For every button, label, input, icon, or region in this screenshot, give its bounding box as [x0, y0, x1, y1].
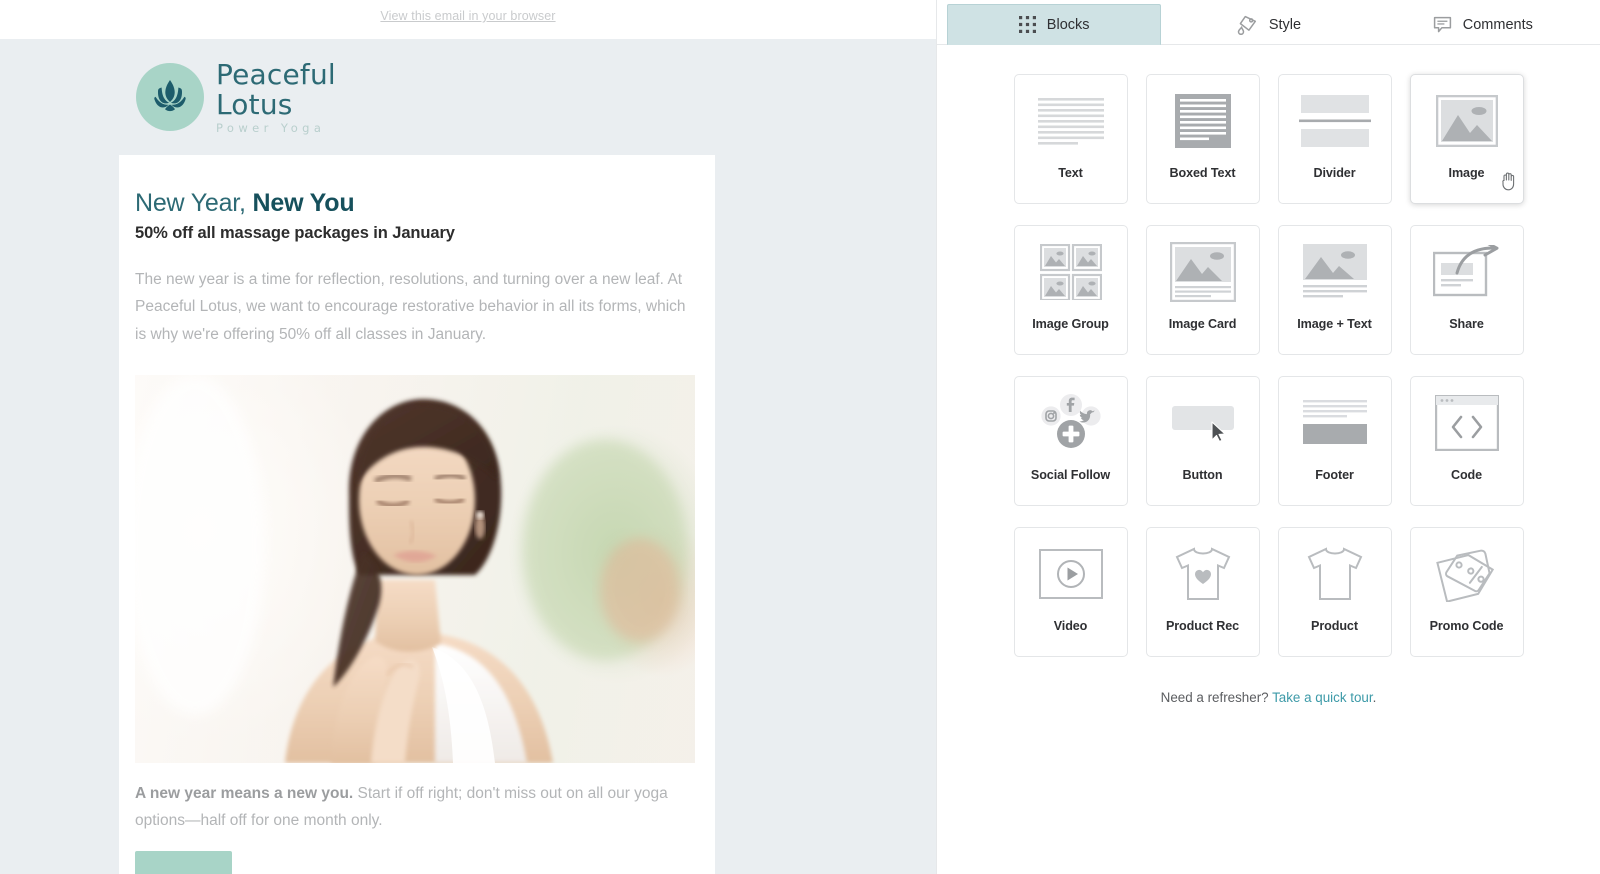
block-label: Footer — [1315, 468, 1354, 482]
block-card-product[interactable]: Product — [1277, 527, 1392, 657]
logo-line-2: Lotus — [216, 87, 293, 121]
email-caption[interactable]: A new year means a new you. Start if off… — [135, 781, 699, 834]
email-hero-image[interactable] — [135, 375, 695, 764]
block-card-product-rec[interactable]: Product Rec — [1145, 527, 1260, 657]
browser-view-bar: View this email in your browser — [0, 0, 936, 39]
builder-panel: Blocks Style Comments Text Boxed Text Di… — [936, 0, 1600, 874]
refresher-line: Need a refresher? Take a quick tour. — [937, 690, 1600, 705]
view-in-browser-link[interactable]: View this email in your browser — [380, 9, 555, 23]
block-card-divider[interactable]: Divider — [1277, 74, 1392, 204]
block-card-social-follow[interactable]: Social Follow — [1013, 376, 1128, 506]
logo-line-1: Peaceful — [216, 57, 336, 91]
email-heading[interactable]: New Year, New You — [135, 189, 699, 219]
panel-tabs: Blocks Style Comments — [937, 0, 1600, 45]
image-card-icon — [1147, 226, 1259, 318]
social-follow-icon — [1015, 377, 1127, 469]
code-icon — [1411, 377, 1523, 469]
email-preview-canvas: View this email in your browser Peaceful — [0, 0, 936, 874]
block-label: Share — [1449, 317, 1484, 331]
block-card-button[interactable]: Button — [1145, 376, 1260, 506]
email-caption-bold: A new year means a new you. — [135, 785, 354, 803]
email-body: Peaceful Lotus Power Yoga New Year, New … — [0, 39, 936, 874]
block-card-image[interactable]: Image — [1409, 74, 1524, 204]
block-label: Image + Text — [1297, 317, 1372, 331]
block-label: Boxed Text — [1169, 166, 1236, 180]
quick-tour-link[interactable]: Take a quick tour — [1272, 690, 1373, 705]
share-arrow-icon — [1411, 226, 1523, 318]
grid-dots-icon — [1018, 16, 1036, 33]
tshirt-icon — [1279, 528, 1391, 620]
block-label: Image — [1448, 166, 1485, 180]
tshirt-heart-icon — [1147, 528, 1259, 620]
comment-bubble-icon — [1433, 16, 1452, 34]
grab-hand-cursor — [1501, 171, 1518, 196]
block-label: Product — [1311, 619, 1358, 633]
tab-style-label: Style — [1268, 16, 1302, 33]
image-icon — [1411, 75, 1523, 167]
footer-icon — [1279, 377, 1391, 469]
block-card-code[interactable]: Code — [1409, 376, 1524, 506]
block-label: Video — [1053, 619, 1088, 633]
block-card-boxed-text[interactable]: Boxed Text — [1145, 74, 1260, 204]
block-card-image-text[interactable]: Image + Text — [1277, 225, 1392, 355]
block-label: Image Group — [1032, 317, 1109, 331]
email-heading-plain: New Year, — [135, 189, 253, 217]
logo-tagline: Power Yoga — [216, 120, 326, 135]
block-card-image-group[interactable]: Image Group — [1013, 225, 1128, 355]
tab-comments[interactable]: Comments — [1376, 4, 1590, 45]
blocks-grid: Text Boxed Text Divider Image Image Grou… — [937, 74, 1600, 657]
email-cta-button[interactable] — [135, 850, 232, 874]
block-card-video[interactable]: Video — [1013, 527, 1128, 657]
block-label: Code — [1450, 468, 1483, 482]
email-builder-screen: View this email in your browser Peaceful — [0, 0, 1600, 874]
email-subheading[interactable]: 50% off all massage packages in January — [135, 224, 699, 243]
lotus-icon — [136, 63, 204, 131]
video-play-icon — [1015, 528, 1127, 620]
block-card-promo-code[interactable]: Promo Code — [1409, 527, 1524, 657]
block-label: Promo Code — [1429, 619, 1504, 633]
block-label: Image Card — [1168, 317, 1237, 331]
block-card-share[interactable]: Share — [1409, 225, 1524, 355]
block-label: Product Rec — [1165, 619, 1240, 633]
block-card-text[interactable]: Text — [1013, 74, 1128, 204]
email-heading-bold: New You — [252, 189, 355, 217]
tab-blocks[interactable]: Blocks — [947, 4, 1162, 45]
block-label: Divider — [1313, 166, 1356, 180]
promo-tag-icon — [1411, 528, 1523, 620]
boxed-text-icon — [1147, 75, 1259, 167]
image-text-icon — [1279, 226, 1391, 318]
tab-comments-label: Comments — [1462, 16, 1533, 33]
divider-icon — [1279, 75, 1391, 167]
block-label: Text — [1058, 166, 1083, 180]
block-card-footer[interactable]: Footer — [1277, 376, 1392, 506]
email-logo-block[interactable]: Peaceful Lotus Power Yoga — [0, 39, 936, 155]
email-content-card: New Year, New You 50% off all massage pa… — [119, 155, 715, 874]
blocks-list: Text Boxed Text Divider Image Image Grou… — [937, 45, 1600, 874]
paint-tag-icon — [1236, 15, 1258, 35]
block-label: Button — [1182, 468, 1223, 482]
text-lines-icon — [1015, 75, 1127, 167]
refresher-period: . — [1372, 690, 1377, 705]
logo-wordmark: Peaceful Lotus Power Yoga — [216, 57, 336, 135]
refresher-prompt: Need a refresher? — [1160, 690, 1269, 705]
block-label: Social Follow — [1030, 468, 1111, 482]
tab-blocks-label: Blocks — [1046, 16, 1090, 33]
button-icon — [1147, 377, 1259, 469]
image-group-icon — [1015, 226, 1127, 318]
photo-figure — [135, 375, 687, 764]
block-card-image-card[interactable]: Image Card — [1145, 225, 1260, 355]
tab-style[interactable]: Style — [1161, 4, 1375, 45]
email-paragraph[interactable]: The new year is a time for reflection, r… — [135, 266, 699, 349]
